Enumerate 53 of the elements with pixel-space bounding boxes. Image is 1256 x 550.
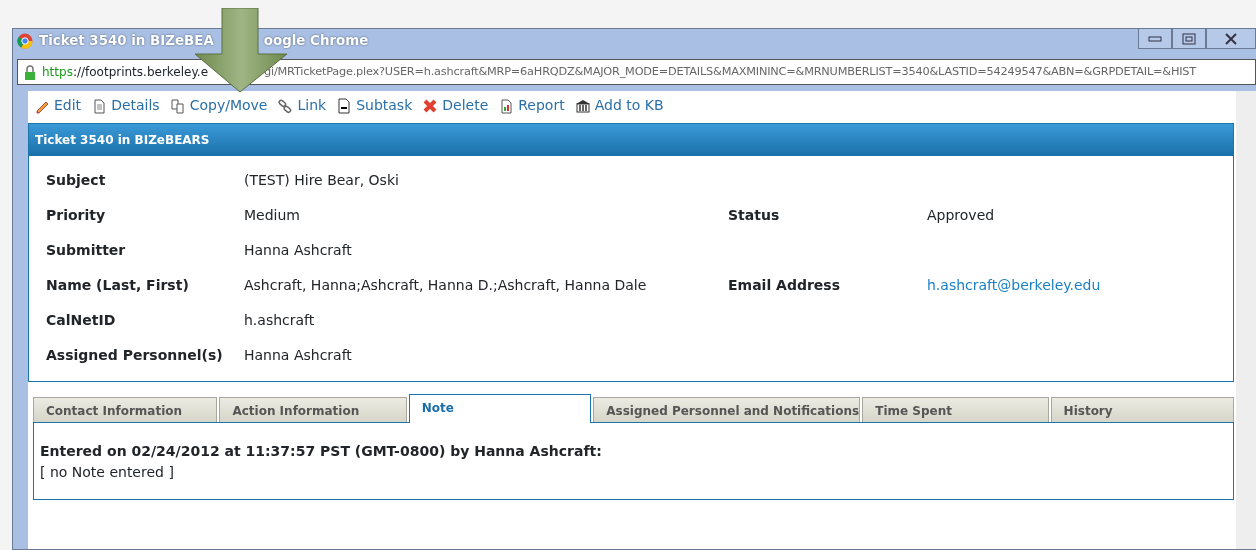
- field-value: h.ashcraft: [244, 311, 316, 330]
- address-bar[interactable]: https://footprints.berkeley.e gi/MRTicketPage.plex?USER=h.ashcraft&MRP=6aHRQDZ&MAJOR_MODE=DETAILS&MAXMININC=&MRNUMBERLIST=3540&LASTID=54249547&ABN=&GRPDETAIL=&HIST: [17, 59, 1256, 85]
- field-label: Name (Last, First): [46, 276, 190, 295]
- window-title: oogle Chrome: [263, 31, 369, 50]
- field-label: Email Address: [728, 276, 841, 295]
- tab[interactable]: Action Information: [219, 397, 407, 422]
- field-value: Medium: [244, 206, 301, 225]
- field-label: CalNetID: [46, 311, 117, 330]
- lock-icon: [24, 64, 36, 80]
- building-icon: [574, 97, 591, 114]
- note-heading: Entered on 02/24/2012 at 11:37:57 PST (GMT-0800) by Hanna Ashcraft:: [40, 442, 603, 461]
- toolbar-link[interactable]: Link: [277, 95, 327, 116]
- tab[interactable]: Assigned Personnel and Notifications: [593, 397, 861, 422]
- maximize-button[interactable]: [1172, 29, 1206, 49]
- report-icon: [498, 97, 515, 114]
- field-label: Status: [728, 206, 781, 225]
- field-label: Subject: [46, 171, 107, 190]
- field-label: Submitter: [46, 241, 127, 260]
- field-value: Ashcraft, Hanna;Ashcraft, Hanna D.;Ashcraft, Hanna Dale: [244, 276, 648, 295]
- close-icon: [1224, 32, 1238, 45]
- tab[interactable]: Note: [408, 394, 592, 423]
- field-label: Assigned Personnel(s): [46, 346, 224, 365]
- field-value: Approved: [927, 207, 995, 223]
- toolbar-link[interactable]: Delete: [422, 95, 489, 116]
- document-icon: [91, 97, 108, 114]
- toolbar-link[interactable]: Subtask: [336, 95, 413, 116]
- toolbar-link[interactable]: Report: [498, 95, 565, 116]
- toolbar-link[interactable]: Edit: [34, 95, 82, 116]
- field-value: Hanna Ashcraft: [244, 346, 353, 365]
- field-value: Hanna Ashcraft: [244, 241, 353, 260]
- delete-icon: [422, 97, 439, 114]
- tab[interactable]: Contact Information: [33, 397, 218, 422]
- browser-icon: [17, 33, 33, 49]
- toolbar-link[interactable]: Copy/Move: [169, 95, 268, 116]
- note-text: [ no Note entered ]: [40, 463, 175, 482]
- tab[interactable]: Time Spent: [862, 397, 1049, 422]
- tab[interactable]: History: [1050, 397, 1234, 422]
- chain-icon: [277, 97, 294, 114]
- minimize-icon: [1148, 35, 1162, 42]
- field-label: Priority: [46, 206, 107, 225]
- url-text: gi/MRTicketPage.plex?USER=h.ashcraft&MRP=6aHRQDZ&MAJOR_MODE=DETAILS&MAXMININC=&MRNUMBERLIST=3540&LASTID=54249547&ABN=&GRPDETAIL=&HIST: [264, 63, 1196, 80]
- copy-icon: [169, 97, 186, 114]
- field-value: (TEST) Hire Bear, Oski: [244, 171, 400, 190]
- panel-title: Ticket 3540 in BIZeBEARS: [29, 124, 1233, 156]
- maximize-icon: [1182, 32, 1196, 45]
- window-title: Ticket 3540 in BIZeBEA: [39, 31, 214, 50]
- email-link[interactable]: h.ashcraft@berkeley.edu: [927, 277, 1101, 293]
- toolbar-link[interactable]: Add to KB: [574, 95, 664, 116]
- url-text: https://footprints.berkeley.e: [42, 64, 209, 81]
- document-icon: [336, 97, 353, 114]
- minimize-button[interactable]: [1138, 29, 1172, 49]
- toolbar-link[interactable]: Details: [91, 95, 160, 116]
- close-button[interactable]: [1206, 29, 1256, 49]
